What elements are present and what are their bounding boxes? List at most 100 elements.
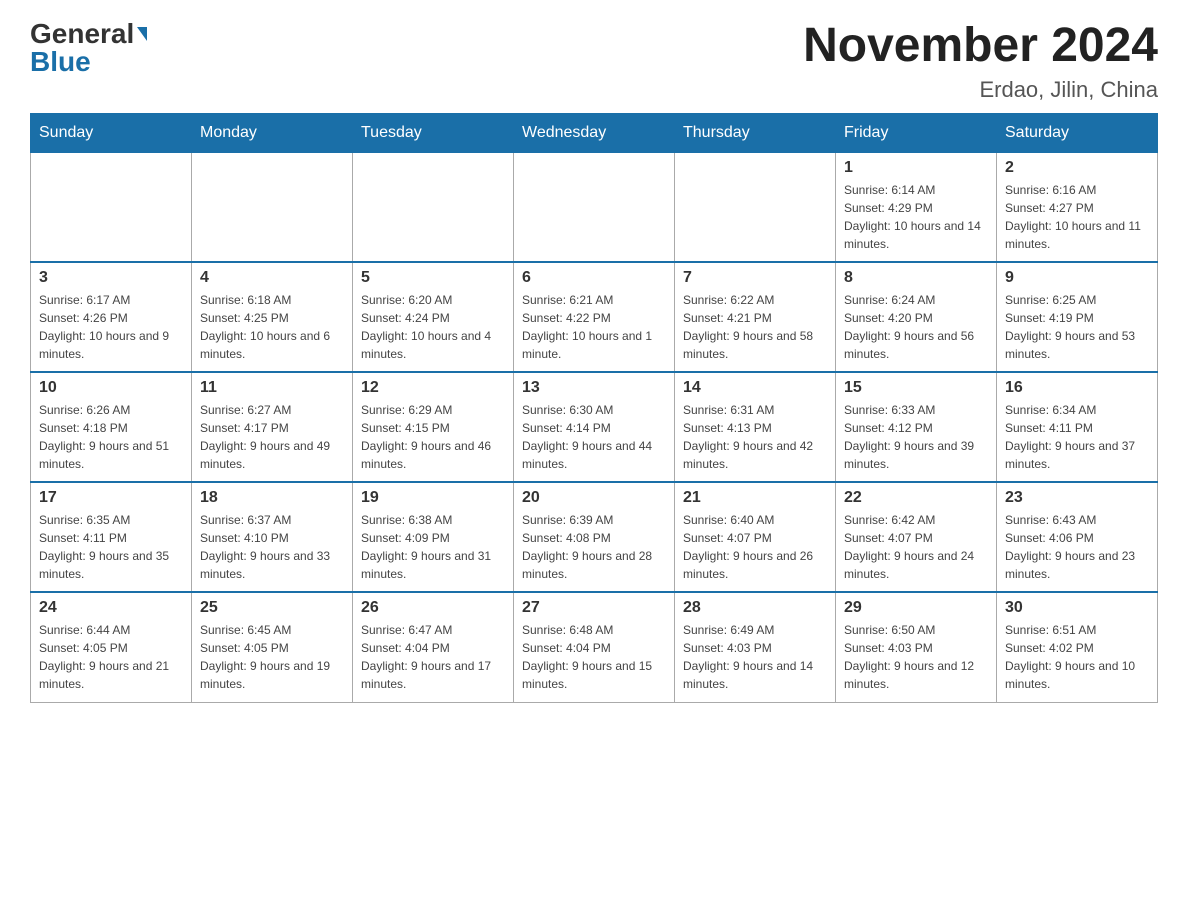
calendar-cell: 3 Sunrise: 6:17 AMSunset: 4:26 PMDaylight… [31, 262, 192, 372]
day-info: Sunrise: 6:40 AMSunset: 4:07 PMDaylight:… [683, 511, 827, 583]
calendar-cell: 24 Sunrise: 6:44 AMSunset: 4:05 PMDayligh… [31, 592, 192, 702]
day-number: 25 [200, 599, 344, 617]
day-info: Sunrise: 6:21 AMSunset: 4:22 PMDaylight:… [522, 291, 666, 363]
day-number: 3 [39, 269, 183, 287]
day-info: Sunrise: 6:51 AMSunset: 4:02 PMDaylight:… [1005, 621, 1149, 693]
calendar-cell: 16 Sunrise: 6:34 AMSunset: 4:11 PMDayligh… [997, 372, 1158, 482]
day-info: Sunrise: 6:17 AMSunset: 4:26 PMDaylight:… [39, 291, 183, 363]
day-number: 7 [683, 269, 827, 287]
day-info: Sunrise: 6:33 AMSunset: 4:12 PMDaylight:… [844, 401, 988, 473]
calendar-cell: 13Sunrise: 6:30 AMSunset: 4:14 PMDayligh… [514, 372, 675, 482]
day-number: 27 [522, 599, 666, 617]
day-header-tuesday: Tuesday [353, 113, 514, 152]
day-info: Sunrise: 6:27 AMSunset: 4:17 PMDaylight:… [200, 401, 344, 473]
day-number: 6 [522, 269, 666, 287]
calendar-cell: 1 Sunrise: 6:14 AMSunset: 4:29 PMDaylight… [836, 152, 997, 262]
day-header-friday: Friday [836, 113, 997, 152]
day-info: Sunrise: 6:22 AMSunset: 4:21 PMDaylight:… [683, 291, 827, 363]
day-info: Sunrise: 6:43 AMSunset: 4:06 PMDaylight:… [1005, 511, 1149, 583]
week-row-1: 1 Sunrise: 6:14 AMSunset: 4:29 PMDaylight… [31, 152, 1158, 262]
calendar-cell [192, 152, 353, 262]
logo-triangle-icon [137, 27, 147, 41]
calendar-cell: 20 Sunrise: 6:39 AMSunset: 4:08 PMDayligh… [514, 482, 675, 592]
day-info: Sunrise: 6:20 AMSunset: 4:24 PMDaylight:… [361, 291, 505, 363]
day-info: Sunrise: 6:35 AMSunset: 4:11 PMDaylight:… [39, 511, 183, 583]
calendar-cell: 23Sunrise: 6:43 AMSunset: 4:06 PMDayligh… [997, 482, 1158, 592]
day-info: Sunrise: 6:47 AMSunset: 4:04 PMDaylight:… [361, 621, 505, 693]
day-info: Sunrise: 6:42 AMSunset: 4:07 PMDaylight:… [844, 511, 988, 583]
calendar-cell: 28Sunrise: 6:49 AMSunset: 4:03 PMDayligh… [675, 592, 836, 702]
day-number: 8 [844, 269, 988, 287]
calendar-cell: 18Sunrise: 6:37 AMSunset: 4:10 PMDayligh… [192, 482, 353, 592]
calendar-cell: 2 Sunrise: 6:16 AMSunset: 4:27 PMDaylight… [997, 152, 1158, 262]
calendar-cell: 9 Sunrise: 6:25 AMSunset: 4:19 PMDaylight… [997, 262, 1158, 372]
calendar-cell [31, 152, 192, 262]
days-header-row: SundayMondayTuesdayWednesdayThursdayFrid… [31, 113, 1158, 152]
calendar-cell: 19 Sunrise: 6:38 AMSunset: 4:09 PMDayligh… [353, 482, 514, 592]
week-row-4: 17 Sunrise: 6:35 AMSunset: 4:11 PMDayligh… [31, 482, 1158, 592]
day-info: Sunrise: 6:48 AMSunset: 4:04 PMDaylight:… [522, 621, 666, 693]
day-info: Sunrise: 6:25 AMSunset: 4:19 PMDaylight:… [1005, 291, 1149, 363]
title-area: November 2024 Erdao, Jilin, China [803, 20, 1158, 103]
day-number: 21 [683, 489, 827, 507]
day-info: Sunrise: 6:39 AMSunset: 4:08 PMDaylight:… [522, 511, 666, 583]
day-number: 15 [844, 379, 988, 397]
logo-blue-text: Blue [30, 48, 91, 76]
calendar-cell: 11Sunrise: 6:27 AMSunset: 4:17 PMDayligh… [192, 372, 353, 482]
calendar-cell: 8Sunrise: 6:24 AMSunset: 4:20 PMDaylight… [836, 262, 997, 372]
day-number: 17 [39, 489, 183, 507]
day-number: 20 [522, 489, 666, 507]
week-row-5: 24 Sunrise: 6:44 AMSunset: 4:05 PMDayligh… [31, 592, 1158, 702]
day-number: 4 [200, 269, 344, 287]
calendar-cell: 14 Sunrise: 6:31 AMSunset: 4:13 PMDayligh… [675, 372, 836, 482]
calendar-cell: 25Sunrise: 6:45 AMSunset: 4:05 PMDayligh… [192, 592, 353, 702]
day-number: 28 [683, 599, 827, 617]
calendar-cell: 21 Sunrise: 6:40 AMSunset: 4:07 PMDayligh… [675, 482, 836, 592]
day-number: 9 [1005, 269, 1149, 287]
day-number: 19 [361, 489, 505, 507]
calendar-cell: 10 Sunrise: 6:26 AMSunset: 4:18 PMDayligh… [31, 372, 192, 482]
day-info: Sunrise: 6:18 AMSunset: 4:25 PMDaylight:… [200, 291, 344, 363]
calendar-cell: 29 Sunrise: 6:50 AMSunset: 4:03 PMDayligh… [836, 592, 997, 702]
day-info: Sunrise: 6:44 AMSunset: 4:05 PMDaylight:… [39, 621, 183, 693]
logo: General Blue [30, 20, 147, 76]
calendar-cell: 6 Sunrise: 6:21 AMSunset: 4:22 PMDaylight… [514, 262, 675, 372]
day-info: Sunrise: 6:34 AMSunset: 4:11 PMDaylight:… [1005, 401, 1149, 473]
calendar-cell: 15 Sunrise: 6:33 AMSunset: 4:12 PMDayligh… [836, 372, 997, 482]
day-info: Sunrise: 6:31 AMSunset: 4:13 PMDaylight:… [683, 401, 827, 473]
day-header-monday: Monday [192, 113, 353, 152]
day-number: 22 [844, 489, 988, 507]
calendar-cell: 4 Sunrise: 6:18 AMSunset: 4:25 PMDaylight… [192, 262, 353, 372]
calendar-cell: 12 Sunrise: 6:29 AMSunset: 4:15 PMDayligh… [353, 372, 514, 482]
day-number: 1 [844, 159, 988, 177]
day-info: Sunrise: 6:29 AMSunset: 4:15 PMDaylight:… [361, 401, 505, 473]
month-title: November 2024 [803, 20, 1158, 73]
calendar-cell: 27 Sunrise: 6:48 AMSunset: 4:04 PMDayligh… [514, 592, 675, 702]
calendar-cell: 17 Sunrise: 6:35 AMSunset: 4:11 PMDayligh… [31, 482, 192, 592]
day-info: Sunrise: 6:14 AMSunset: 4:29 PMDaylight:… [844, 181, 988, 253]
day-number: 29 [844, 599, 988, 617]
day-header-thursday: Thursday [675, 113, 836, 152]
day-info: Sunrise: 6:26 AMSunset: 4:18 PMDaylight:… [39, 401, 183, 473]
week-row-3: 10 Sunrise: 6:26 AMSunset: 4:18 PMDayligh… [31, 372, 1158, 482]
day-info: Sunrise: 6:38 AMSunset: 4:09 PMDaylight:… [361, 511, 505, 583]
day-info: Sunrise: 6:16 AMSunset: 4:27 PMDaylight:… [1005, 181, 1149, 253]
day-header-saturday: Saturday [997, 113, 1158, 152]
calendar-cell [514, 152, 675, 262]
calendar-table: SundayMondayTuesdayWednesdayThursdayFrid… [30, 113, 1158, 703]
day-number: 12 [361, 379, 505, 397]
calendar-cell [353, 152, 514, 262]
location-label: Erdao, Jilin, China [803, 77, 1158, 103]
day-header-sunday: Sunday [31, 113, 192, 152]
day-number: 14 [683, 379, 827, 397]
page-header: General Blue November 2024 Erdao, Jilin,… [30, 20, 1158, 103]
day-number: 16 [1005, 379, 1149, 397]
day-number: 10 [39, 379, 183, 397]
calendar-cell: 22 Sunrise: 6:42 AMSunset: 4:07 PMDayligh… [836, 482, 997, 592]
day-number: 5 [361, 269, 505, 287]
calendar-cell: 5 Sunrise: 6:20 AMSunset: 4:24 PMDaylight… [353, 262, 514, 372]
day-number: 2 [1005, 159, 1149, 177]
day-info: Sunrise: 6:50 AMSunset: 4:03 PMDaylight:… [844, 621, 988, 693]
day-number: 24 [39, 599, 183, 617]
calendar-cell: 30Sunrise: 6:51 AMSunset: 4:02 PMDayligh… [997, 592, 1158, 702]
